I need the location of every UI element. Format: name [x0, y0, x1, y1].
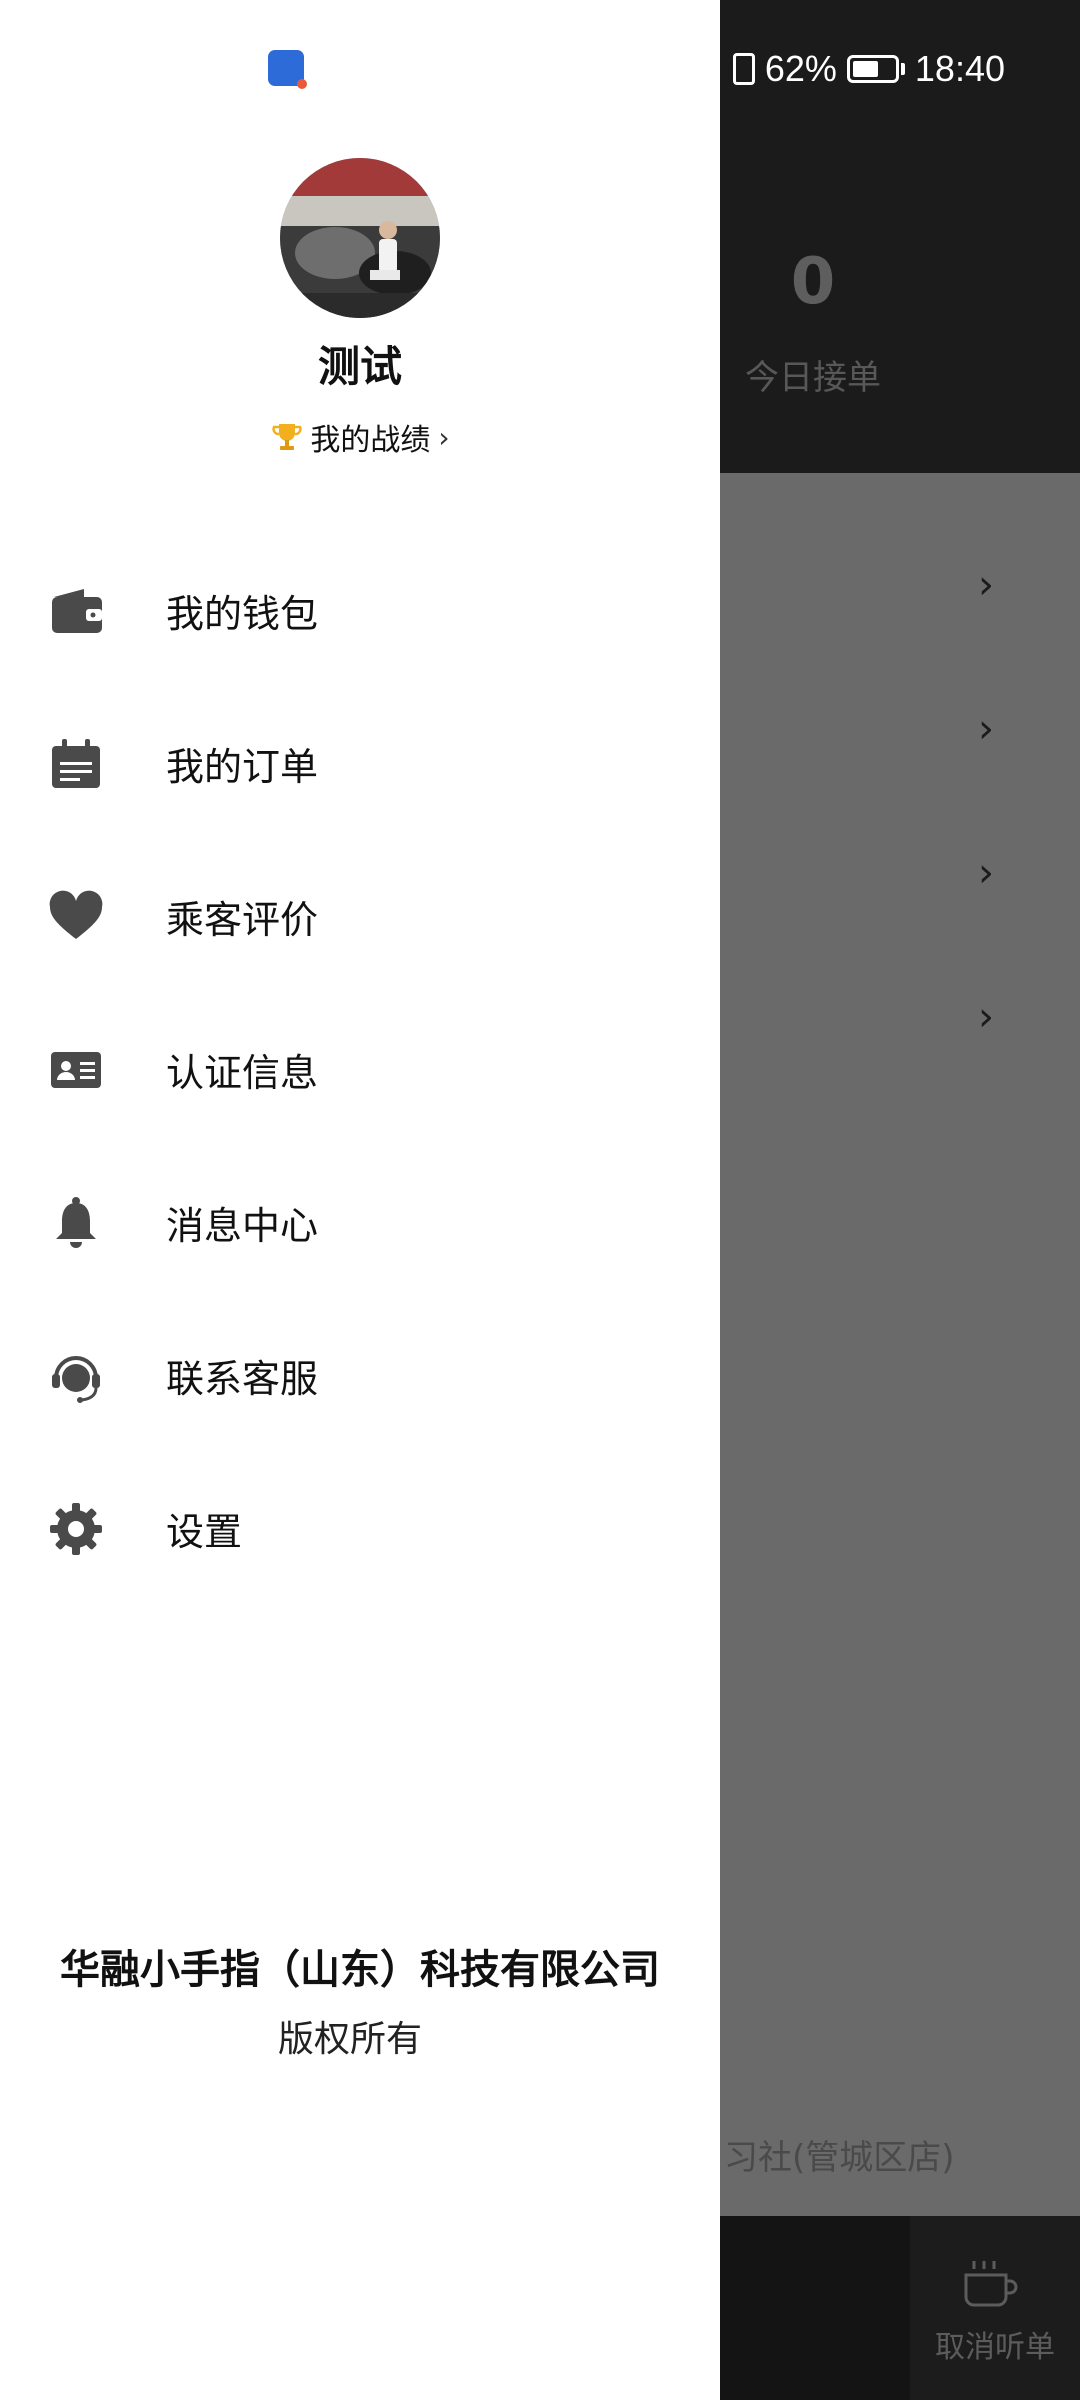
- screen: 62% 18:40 0 今日接单 › › › › 自习社(管城区店) 取消听单: [0, 0, 1080, 2400]
- coffee-cup-icon: [964, 2261, 1018, 2307]
- menu-item-wallet[interactable]: 我的钱包: [0, 534, 720, 687]
- my-record-label: 我的战绩: [310, 423, 431, 458]
- headset-icon: [48, 1348, 104, 1404]
- navigation-drawer: 测试 我的战绩 › 我的钱包 我的订单 乘客评价 认证信息 消息中心 联系客服 …: [0, 0, 720, 2400]
- chevron-right-icon: ›: [438, 420, 450, 454]
- battery-percent: 62%: [764, 48, 837, 89]
- menu-label: 消息中心: [166, 1204, 319, 1248]
- today-order-count: 0: [790, 245, 836, 319]
- menu-item-messages[interactable]: 消息中心: [0, 1146, 720, 1299]
- vibrate-icon: [732, 53, 755, 85]
- chevron-right-icon[interactable]: ›: [978, 709, 1012, 749]
- chevron-right-icon[interactable]: ›: [978, 997, 1012, 1037]
- chevron-right-icon[interactable]: ›: [978, 853, 1012, 893]
- clock: 18:40: [914, 48, 1005, 89]
- battery-icon: [846, 55, 905, 83]
- menu-label: 我的钱包: [166, 592, 319, 636]
- menu-label: 认证信息: [166, 1051, 319, 1095]
- menu-item-verification[interactable]: 认证信息: [0, 993, 720, 1146]
- status-bar: 62% 18:40: [732, 44, 1005, 94]
- company-name: 华融小手指（山东）科技有限公司: [60, 1947, 660, 1993]
- chevron-right-icon[interactable]: ›: [978, 565, 1012, 605]
- today-order-label: 今日接单: [745, 358, 881, 398]
- shop-name: 自习社(管城区店): [690, 2138, 955, 2178]
- menu-label: 乘客评价: [166, 898, 319, 942]
- trophy-icon: [272, 424, 303, 450]
- cancel-listen-label: 取消听单: [935, 2330, 1055, 2365]
- my-record-link[interactable]: 我的战绩 ›: [0, 415, 720, 459]
- user-name: 测试: [317, 342, 402, 391]
- bell-icon: [48, 1195, 104, 1251]
- avatar[interactable]: [280, 158, 440, 318]
- drawer-menu: 我的钱包 我的订单 乘客评价 认证信息 消息中心 联系客服 设置: [0, 534, 720, 1605]
- menu-label: 联系客服: [166, 1357, 319, 1401]
- menu-item-settings[interactable]: 设置: [0, 1452, 720, 1605]
- wallet-icon: [48, 583, 104, 639]
- copyright-text: 版权所有: [277, 2019, 422, 2060]
- menu-item-customer-service[interactable]: 联系客服: [0, 1299, 720, 1452]
- heart-icon: [48, 889, 104, 945]
- menu-label: 设置: [166, 1510, 243, 1554]
- app-notification-icon: [268, 50, 307, 89]
- calendar-icon: [48, 736, 104, 792]
- id-card-icon: [48, 1042, 104, 1098]
- gear-icon: [48, 1501, 104, 1557]
- menu-label: 我的订单: [166, 745, 319, 789]
- menu-item-orders[interactable]: 我的订单: [0, 687, 720, 840]
- menu-item-passenger-reviews[interactable]: 乘客评价: [0, 840, 720, 993]
